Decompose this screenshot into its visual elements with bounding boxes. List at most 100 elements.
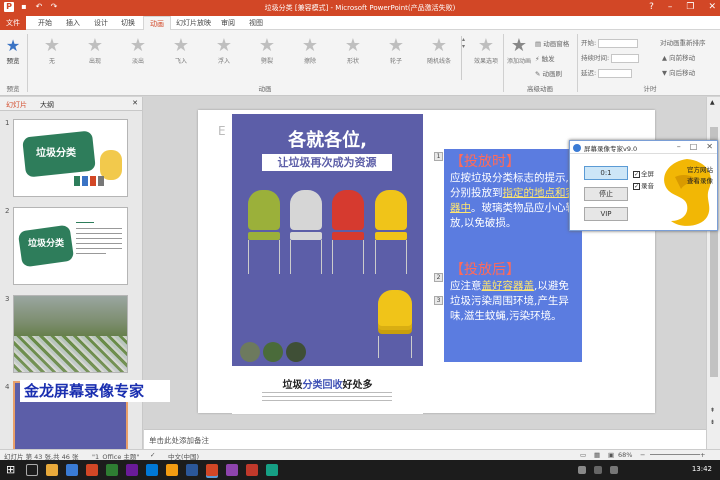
word-icon[interactable]: [186, 464, 198, 476]
duration-field[interactable]: 持续时间:: [581, 52, 640, 63]
app-icon[interactable]: [106, 464, 118, 476]
tab-slides[interactable]: 幻灯片: [6, 100, 27, 110]
ribbon: ★ 预览 预览 ★ 无 ★ 出现 ★ 淡出 ★ 飞入 ★ 浮入 ★ 劈裂 ★ 擦除 ★ 形状 ★…: [0, 30, 720, 96]
effect-appear[interactable]: ★ 出现: [75, 36, 115, 66]
maximize-icon[interactable]: □: [690, 142, 698, 151]
effect-wipe[interactable]: ★ 擦除: [290, 35, 330, 66]
sorter-view-icon[interactable]: ▦: [594, 451, 600, 459]
tab-outline[interactable]: 大纲: [40, 100, 54, 110]
tab-transitions[interactable]: 切换: [121, 18, 135, 28]
fullscreen-checkbox[interactable]: ✓ 全屏: [633, 168, 654, 178]
add-animation-button[interactable]: ★ 添加动画: [505, 36, 533, 66]
content-textbox[interactable]: 【投放时】 应按垃圾分类标志的提示,分别投放到指定的地点和容器中。玻璃类物品应小…: [444, 149, 582, 362]
close-pane-icon[interactable]: ✕: [132, 99, 138, 107]
restore-icon[interactable]: ❐: [686, 2, 694, 12]
landfill-image: [14, 336, 127, 372]
recording-timer-button[interactable]: 0:1: [584, 166, 628, 180]
app-icon[interactable]: [246, 464, 258, 476]
effect-float-in[interactable]: ★ 浮入: [204, 36, 244, 66]
reading-view-icon[interactable]: ▣: [608, 451, 614, 459]
prev-slide-icon[interactable]: ⇞: [710, 407, 715, 414]
record-audio-checkbox[interactable]: ✓ 录音: [633, 180, 654, 190]
browser-icon[interactable]: [66, 464, 78, 476]
close-icon[interactable]: ✕: [708, 2, 716, 12]
help-icon[interactable]: ?: [649, 2, 654, 12]
spellcheck-icon[interactable]: ✓: [150, 451, 155, 459]
photo-circle-image: [286, 342, 306, 362]
trigger-button[interactable]: ⚡ 触发: [535, 53, 555, 63]
effect-fly-in[interactable]: ★ 飞入: [161, 36, 201, 66]
app-icon[interactable]: [126, 464, 138, 476]
stop-button[interactable]: 停止: [584, 187, 628, 201]
minimize-icon[interactable]: –: [668, 2, 673, 12]
animation-painter-button[interactable]: ✎ 动画刷: [535, 68, 562, 78]
effect-none[interactable]: ★ 无: [32, 36, 72, 66]
star-preview-icon: ★: [5, 36, 21, 55]
tab-design[interactable]: 设计: [94, 18, 108, 28]
move-earlier-button[interactable]: ▲ 向前移动: [662, 52, 695, 62]
reorder-label: 对动画重新排序: [660, 39, 706, 47]
minimize-icon[interactable]: –: [677, 142, 681, 151]
close-icon[interactable]: ✕: [706, 142, 713, 151]
thumbnail-body-text: [76, 222, 122, 254]
network-icon[interactable]: [594, 466, 602, 474]
start-field[interactable]: 开始:: [581, 37, 639, 48]
chevron-down-icon: ▾: [462, 43, 466, 50]
view-recording-link[interactable]: 查看录像: [687, 176, 713, 187]
slide-thumbnail-landfill-photo[interactable]: [13, 295, 128, 373]
tab-view[interactable]: 视图: [249, 18, 263, 28]
zoom-out-icon[interactable]: −: [640, 451, 645, 459]
gallery-scroll[interactable]: ▴ ▾: [461, 36, 468, 80]
app-icon[interactable]: [166, 464, 178, 476]
animation-marker[interactable]: 3: [434, 296, 443, 305]
scroll-up-icon[interactable]: ▲: [710, 99, 715, 106]
move-later-button[interactable]: ▼ 向后移动: [662, 67, 695, 77]
animation-pane-button[interactable]: ▤ 动画窗格: [535, 38, 569, 48]
star-icon: ★: [344, 35, 362, 56]
tab-slideshow[interactable]: 幻灯片放映: [176, 18, 211, 28]
next-slide-icon[interactable]: ⇟: [710, 419, 715, 426]
powerpoint-taskbar-icon[interactable]: [206, 464, 218, 476]
animation-marker[interactable]: 2: [434, 273, 443, 282]
effect-split[interactable]: ★ 劈裂: [247, 35, 287, 66]
zoom-slider[interactable]: [650, 454, 700, 455]
effect-random-bars[interactable]: ★ 随机线条: [419, 35, 459, 66]
preview-button[interactable]: ★ 预览: [3, 36, 23, 65]
zoom-in-icon[interactable]: +: [700, 451, 705, 459]
tray-icon[interactable]: [578, 466, 586, 474]
explorer-icon[interactable]: [46, 464, 58, 476]
tab-home[interactable]: 开始: [38, 18, 52, 28]
app-icon[interactable]: [146, 464, 158, 476]
official-site-link[interactable]: 官方网站: [687, 165, 713, 176]
tab-review[interactable]: 审阅: [221, 18, 235, 28]
vip-button[interactable]: VIP: [584, 207, 628, 221]
tab-file[interactable]: 文件: [0, 16, 26, 30]
tab-insert[interactable]: 插入: [66, 18, 80, 28]
animation-marker[interactable]: 1: [434, 152, 443, 161]
gray-chair-image: [290, 190, 322, 274]
app-icon[interactable]: [226, 464, 238, 476]
effect-options-button[interactable]: ★ 效果选项: [470, 36, 502, 66]
recorder-watermark: 金龙屏幕录像专家: [20, 380, 170, 402]
tab-animations[interactable]: 动画: [143, 16, 171, 31]
effect-fade[interactable]: ★ 淡出: [118, 36, 158, 66]
task-view-icon[interactable]: [26, 464, 38, 476]
effect-shape[interactable]: ★ 形状: [333, 35, 373, 66]
app-icon[interactable]: [266, 464, 278, 476]
star-icon: ★: [430, 35, 448, 56]
star-icon: ★: [301, 35, 319, 56]
zoom-level[interactable]: 68%: [618, 451, 632, 459]
slide-thumbnail[interactable]: 垃圾分类: [13, 119, 128, 197]
notes-placeholder: 单击此处添加备注: [149, 436, 209, 445]
notes-pane[interactable]: 单击此处添加备注: [144, 429, 706, 449]
normal-view-icon[interactable]: ▭: [580, 451, 586, 459]
star-icon: ★: [258, 35, 276, 56]
app-icon[interactable]: [86, 464, 98, 476]
windows-start-icon[interactable]: ⊞: [6, 464, 18, 476]
recorder-logo-icon: [573, 144, 581, 152]
slide-thumbnail[interactable]: 垃圾分类: [13, 207, 128, 285]
effect-wheel[interactable]: ★ 轮子: [376, 36, 416, 66]
delay-field[interactable]: 延迟:: [581, 67, 633, 78]
volume-icon[interactable]: [610, 466, 618, 474]
checkbox-checked-icon: ✓: [633, 182, 640, 190]
